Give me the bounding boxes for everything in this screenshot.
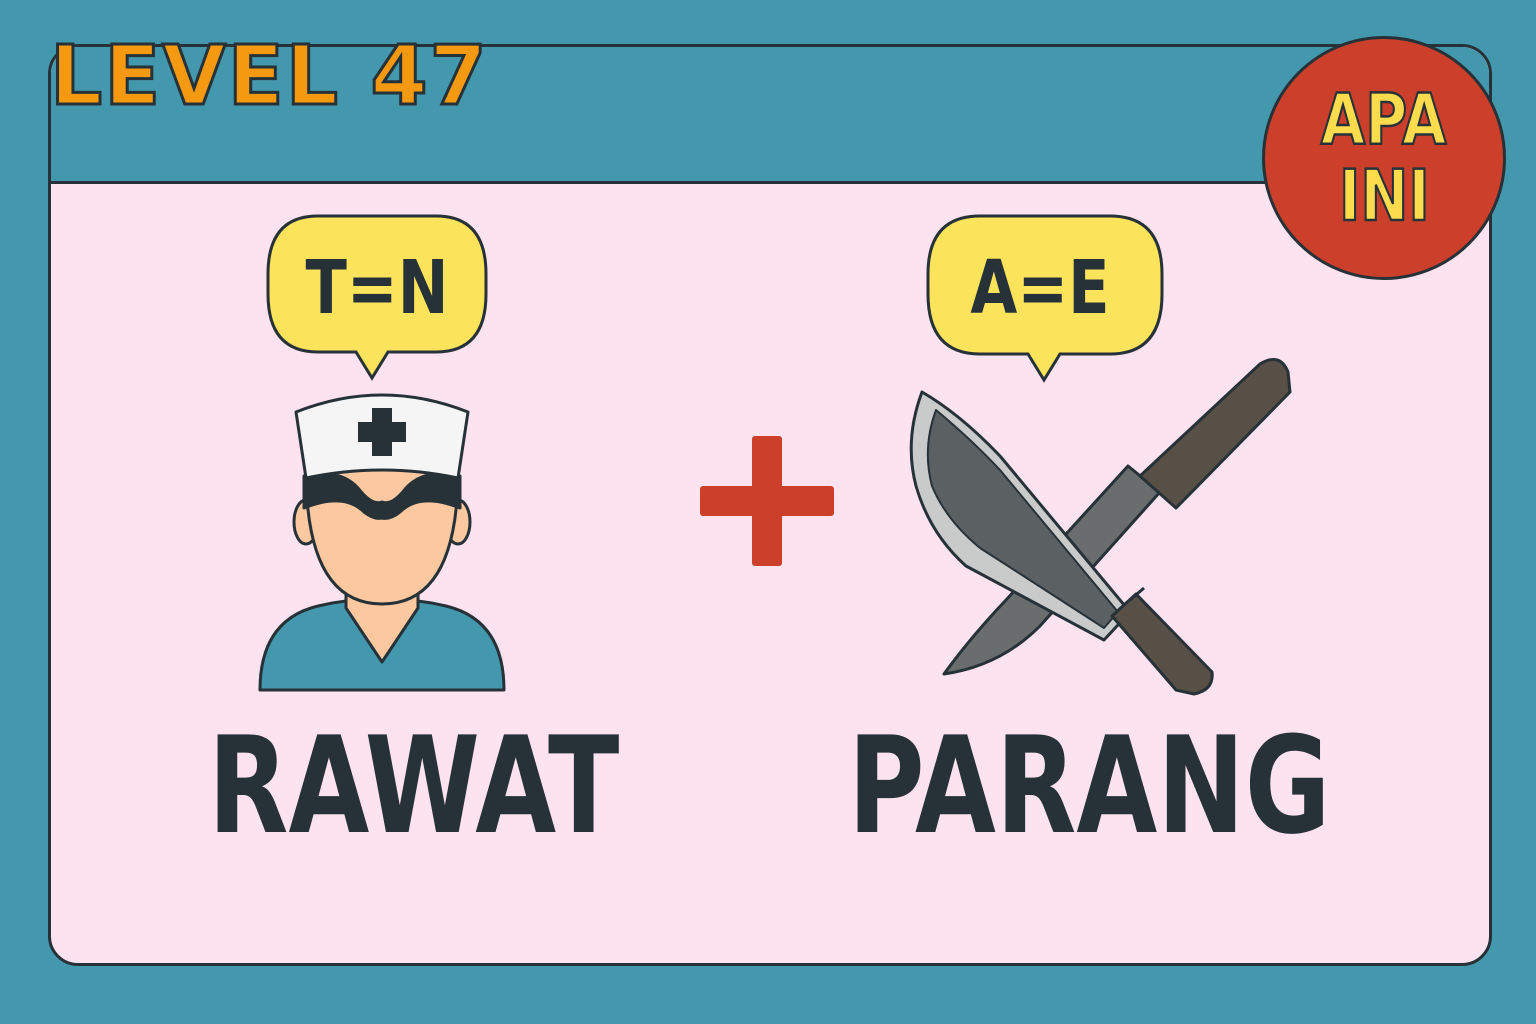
badge-line-2: INI xyxy=(1338,155,1431,237)
hint-text-right: A=E xyxy=(970,244,1109,330)
hint-bubble-right: A=E xyxy=(926,214,1164,383)
hint-bubble-left: T=N xyxy=(266,214,488,381)
game-screen: LEVEL 47 T=N A=E APA INI RAWAT PARANG xyxy=(0,0,1536,1024)
nurse-icon xyxy=(258,393,506,692)
hint-text-left: T=N xyxy=(306,244,449,330)
clue-word-right: PARANG xyxy=(848,708,1331,864)
apa-ini-badge: APA INI xyxy=(1262,36,1506,280)
plus-icon xyxy=(700,436,834,566)
badge-line-1: APA xyxy=(1320,79,1448,161)
clue-word-left: RAWAT xyxy=(208,708,620,864)
machete-icon xyxy=(909,358,1292,696)
